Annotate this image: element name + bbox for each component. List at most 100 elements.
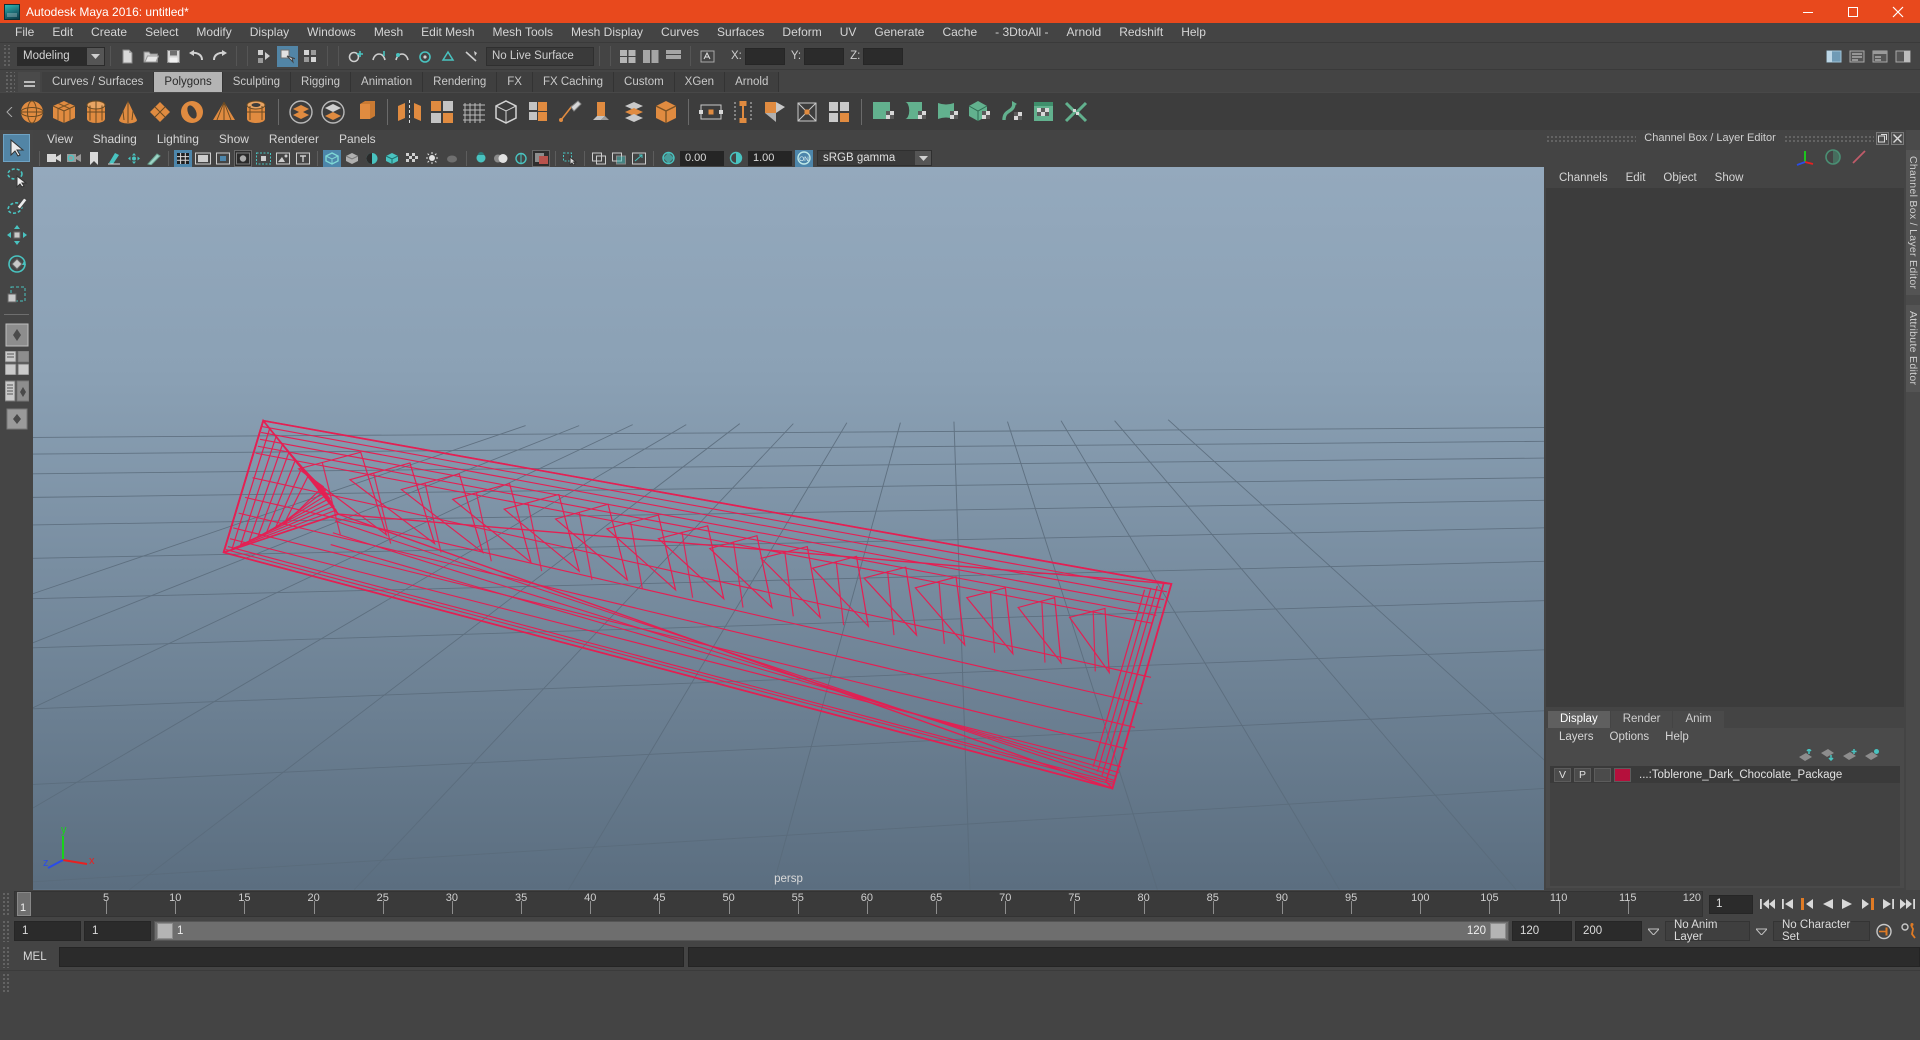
step-back-keyframe-icon[interactable] bbox=[1779, 895, 1796, 914]
play-backwards-icon[interactable] bbox=[1819, 895, 1836, 914]
menu-redshift[interactable]: Redshift bbox=[1110, 23, 1172, 42]
range-start-field[interactable]: 1 bbox=[84, 921, 151, 941]
two-d-pan-zoom-icon[interactable] bbox=[125, 150, 143, 167]
script-language-label[interactable]: MEL bbox=[15, 951, 55, 963]
multisample-icon[interactable] bbox=[512, 150, 530, 167]
shelf-tab-rigging[interactable]: Rigging bbox=[291, 72, 352, 92]
menu-curves[interactable]: Curves bbox=[652, 23, 708, 42]
time-slider-grip[interactable] bbox=[2, 892, 11, 916]
display-layer-2-icon[interactable] bbox=[610, 150, 628, 167]
layer-shading-toggle[interactable] bbox=[1594, 767, 1611, 782]
display-layer-icon[interactable] bbox=[590, 150, 608, 167]
open-scene-icon[interactable] bbox=[140, 46, 161, 67]
poly-torus-icon[interactable] bbox=[177, 96, 207, 128]
menu-display[interactable]: Display bbox=[241, 23, 298, 42]
close-icon[interactable] bbox=[1875, 0, 1920, 23]
undock-icon[interactable] bbox=[1876, 131, 1889, 145]
current-frame-field[interactable]: 1 bbox=[1709, 894, 1753, 914]
coord-input-z[interactable] bbox=[863, 47, 904, 65]
go-to-start-icon[interactable] bbox=[1759, 895, 1776, 914]
separate-icon[interactable] bbox=[318, 96, 348, 128]
chevron-down-icon[interactable] bbox=[1753, 921, 1770, 941]
bookmark-icon[interactable] bbox=[85, 150, 103, 167]
layer-playback-toggle[interactable]: P bbox=[1574, 767, 1591, 782]
new-layer-icon[interactable] bbox=[1843, 749, 1858, 761]
viewport-menu-renderer[interactable]: Renderer bbox=[259, 130, 329, 149]
viewport-menu-show[interactable]: Show bbox=[209, 130, 259, 149]
save-scene-icon[interactable] bbox=[163, 46, 184, 67]
coord-input-x[interactable] bbox=[744, 47, 785, 65]
tool-settings-icon[interactable] bbox=[1869, 46, 1890, 67]
channel-box-menu-channels[interactable]: Channels bbox=[1550, 172, 1617, 184]
menu-set-selector[interactable]: Modeling bbox=[17, 46, 105, 66]
absolute-transform-icon[interactable] bbox=[697, 46, 718, 67]
menu-uv[interactable]: UV bbox=[831, 23, 866, 42]
attribute-editor-icon[interactable] bbox=[1846, 46, 1867, 67]
poly-pyramid-icon[interactable] bbox=[209, 96, 239, 128]
undo-icon[interactable] bbox=[186, 46, 207, 67]
select-by-hierarchy-icon[interactable] bbox=[254, 46, 275, 67]
panel-grip-left[interactable] bbox=[1546, 134, 1637, 142]
time-slider-cursor[interactable]: 1 bbox=[17, 892, 31, 916]
axis-gizmo-icon[interactable] bbox=[1794, 148, 1816, 166]
command-line-grip[interactable] bbox=[2, 946, 11, 968]
shelf-menu-icon[interactable] bbox=[18, 72, 40, 92]
slash-gizmo-icon[interactable] bbox=[1850, 148, 1868, 166]
shadows-icon[interactable] bbox=[443, 150, 461, 167]
new-scene-icon[interactable] bbox=[117, 46, 138, 67]
input-attrs-3-icon[interactable] bbox=[663, 46, 684, 67]
channel-box-icon[interactable] bbox=[1892, 46, 1913, 67]
range-slider-grip[interactable] bbox=[2, 920, 11, 942]
layer-name[interactable]: ...:Toblerone_Dark_Chocolate_Package bbox=[1639, 769, 1842, 781]
menu-deform[interactable]: Deform bbox=[773, 23, 830, 42]
grease-pencil-icon[interactable] bbox=[145, 150, 163, 167]
snap-to-projected-center-icon[interactable] bbox=[414, 46, 435, 67]
motion-blur-icon[interactable] bbox=[492, 150, 510, 167]
poly-sculpt-icon[interactable] bbox=[491, 96, 521, 128]
combine-icon[interactable] bbox=[286, 96, 316, 128]
poly-cylinder-icon[interactable] bbox=[81, 96, 111, 128]
camera-attributes-icon[interactable] bbox=[65, 150, 83, 167]
menu-surfaces[interactable]: Surfaces bbox=[708, 23, 773, 42]
auto-key-icon[interactable] bbox=[1873, 921, 1895, 941]
layer-menu-layers[interactable]: Layers bbox=[1551, 731, 1602, 743]
xray-icon[interactable] bbox=[323, 149, 341, 167]
image-aspect-icon[interactable] bbox=[274, 150, 292, 167]
select-by-component-icon[interactable] bbox=[300, 46, 321, 67]
gate-mask-icon[interactable] bbox=[234, 149, 252, 167]
chevron-down-icon[interactable] bbox=[915, 151, 931, 166]
exposure-icon[interactable] bbox=[659, 150, 677, 167]
menu-modify[interactable]: Modify bbox=[187, 23, 240, 42]
command-input[interactable] bbox=[58, 947, 685, 967]
color-management-dropdown[interactable]: sRGB gamma bbox=[817, 150, 932, 167]
contrast-icon[interactable] bbox=[727, 150, 745, 167]
outliner-persp-layout-icon[interactable] bbox=[3, 378, 30, 404]
shelf-tab-fx-caching[interactable]: FX Caching bbox=[532, 72, 615, 92]
side-tab-channel-box[interactable]: Channel Box / Layer Editor bbox=[1906, 150, 1920, 296]
uv-cylindrical-icon[interactable] bbox=[901, 96, 931, 128]
bevel-icon[interactable] bbox=[523, 96, 553, 128]
target-weld-icon[interactable] bbox=[696, 96, 726, 128]
range-handle-right[interactable] bbox=[1490, 923, 1506, 939]
extrude-face-icon[interactable] bbox=[587, 96, 617, 128]
poly-cone-icon[interactable] bbox=[113, 96, 143, 128]
uv-automatic-icon[interactable] bbox=[965, 96, 995, 128]
menu-help[interactable]: Help bbox=[1172, 23, 1215, 42]
tab-render[interactable]: Render bbox=[1610, 711, 1673, 728]
poly-plane-icon[interactable] bbox=[145, 96, 175, 128]
mirror-geometry-icon[interactable] bbox=[395, 96, 425, 128]
multi-cut-icon[interactable] bbox=[555, 96, 585, 128]
gamma-toggle-icon[interactable]: ON bbox=[795, 149, 813, 167]
poly-cube-icon[interactable] bbox=[49, 96, 79, 128]
shelf-tab-polygons[interactable]: Polygons bbox=[154, 72, 223, 92]
wireframe-on-shaded-icon[interactable] bbox=[363, 150, 381, 167]
screen-space-ao-icon[interactable] bbox=[472, 150, 490, 167]
clock-gizmo-icon[interactable] bbox=[1824, 148, 1842, 166]
layer-visibility-toggle[interactable]: V bbox=[1554, 767, 1571, 782]
range-end-field[interactable]: 120 bbox=[1512, 921, 1572, 941]
animation-start-time-field[interactable]: 1 bbox=[14, 921, 81, 941]
animation-end-time-field[interactable]: 200 bbox=[1575, 921, 1642, 941]
channel-box-menu-object[interactable]: Object bbox=[1654, 172, 1705, 184]
shelf-tab-xgen[interactable]: XGen bbox=[674, 72, 726, 92]
menu-windows[interactable]: Windows bbox=[298, 23, 365, 42]
